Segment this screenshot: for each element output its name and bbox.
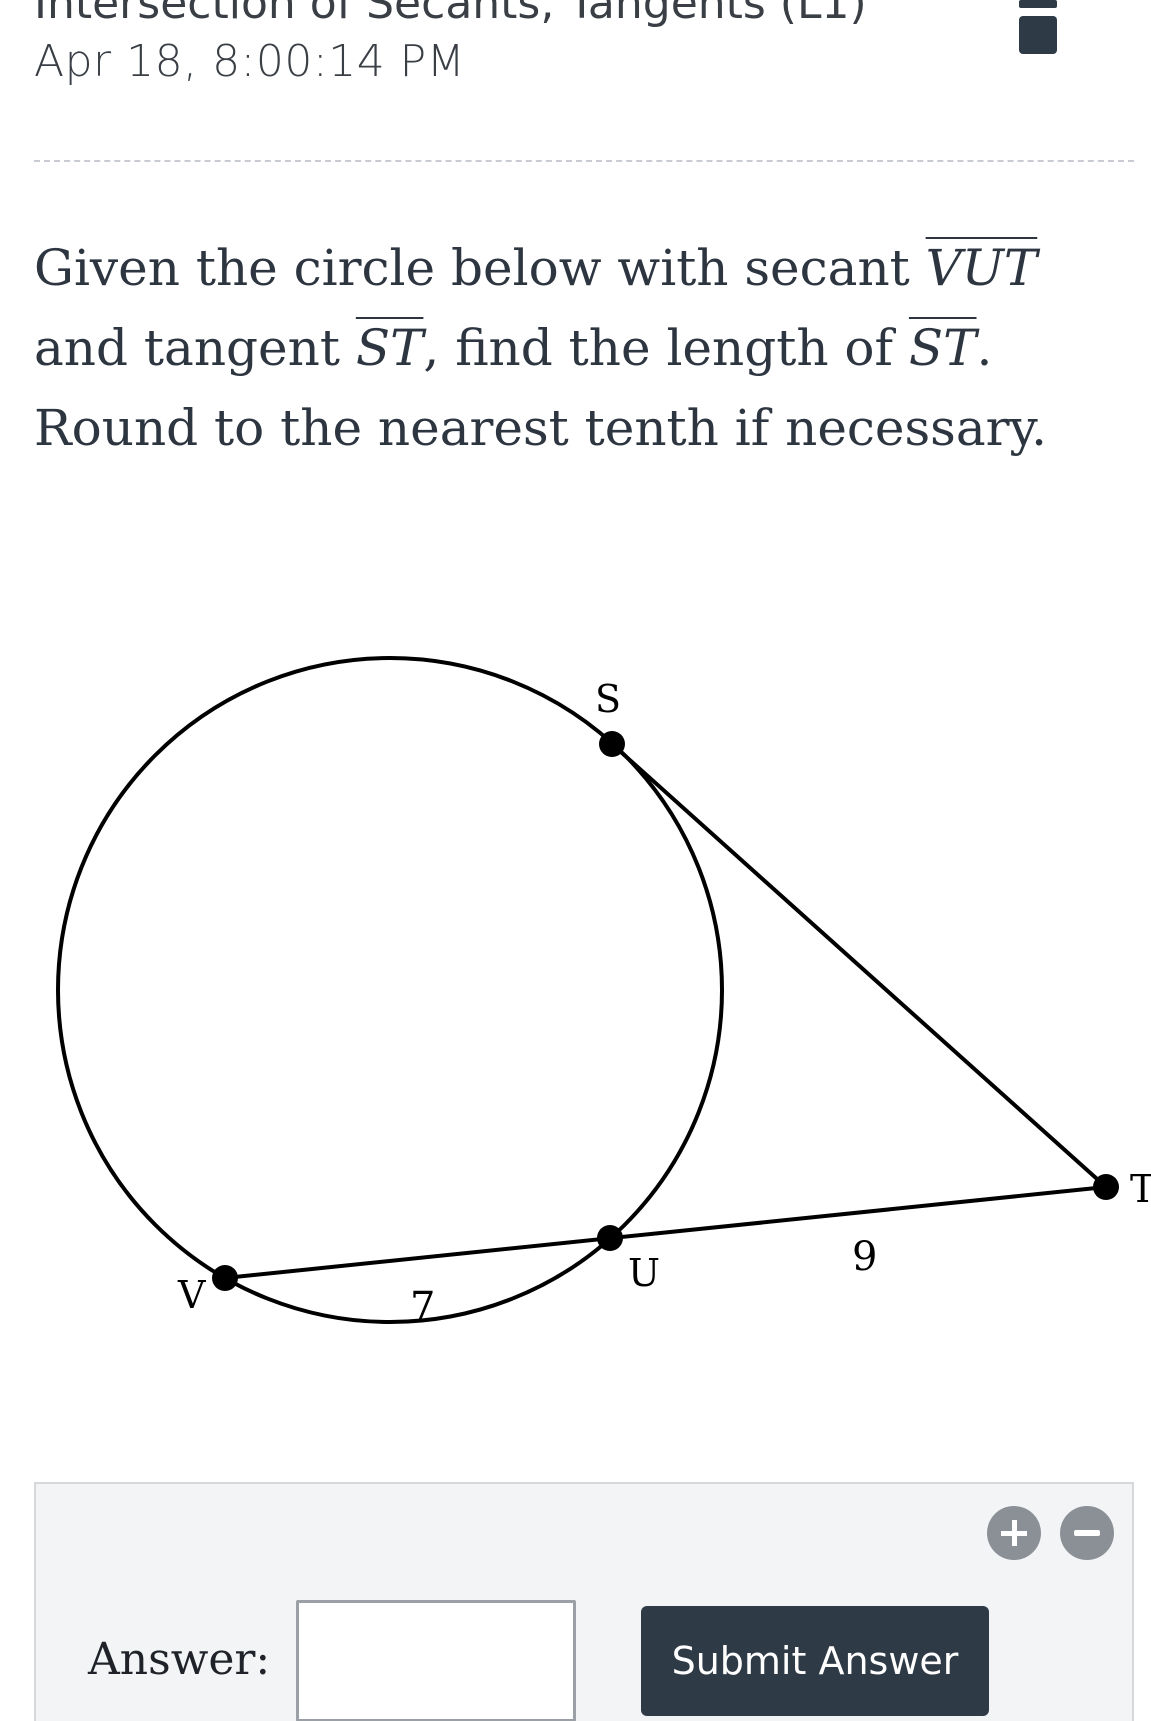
length-vu: 7 [410, 1284, 435, 1330]
question-line2-end: . [976, 319, 993, 377]
question-text: Given the circle below with secant VUT a… [34, 228, 1114, 468]
answer-label: Answer: [88, 1634, 271, 1685]
label-s: S [595, 677, 621, 721]
label-v: V [177, 1273, 206, 1317]
point-s [599, 731, 625, 757]
label-t: T [1130, 1167, 1151, 1211]
point-u [597, 1225, 623, 1251]
length-ut: 9 [852, 1234, 877, 1280]
point-t [1093, 1174, 1119, 1200]
question-line-1: Given the circle below with secant VUT [34, 228, 1114, 308]
label-u: U [628, 1251, 660, 1295]
question-line2-start: and tangent [34, 319, 356, 377]
minus-circle-icon[interactable] [1060, 1506, 1114, 1560]
divider [34, 160, 1134, 162]
plus-circle-icon[interactable] [987, 1506, 1041, 1560]
question-line2-mid: , find the length of [423, 319, 909, 377]
circle-diagram: S T U V 7 9 [56, 656, 1151, 1330]
answer-input[interactable] [296, 1600, 576, 1721]
point-v [212, 1265, 238, 1291]
secant-label: VUT [925, 239, 1038, 297]
question-line1-text: Given the circle below with secant [34, 239, 926, 297]
tangent-segment-st [610, 742, 1108, 1189]
target-label: ST [908, 319, 977, 377]
hamburger-menu-icon[interactable] [1015, 0, 1061, 58]
lesson-title-partial: Intersection of Secants, Tangents (L1) [34, 0, 867, 29]
tangent-label: ST [355, 319, 424, 377]
answer-panel: Answer: Submit Answer [34, 1482, 1134, 1721]
circle [56, 656, 724, 1324]
question-line-2: and tangent ST, find the length of ST. [34, 308, 1114, 388]
secant-segment-vut [224, 1185, 1107, 1280]
submit-answer-button[interactable]: Submit Answer [641, 1606, 989, 1716]
question-line-3: Round to the nearest tenth if necessary. [34, 399, 1048, 457]
timestamp: Apr 18, 8:00:14 PM [34, 36, 466, 87]
